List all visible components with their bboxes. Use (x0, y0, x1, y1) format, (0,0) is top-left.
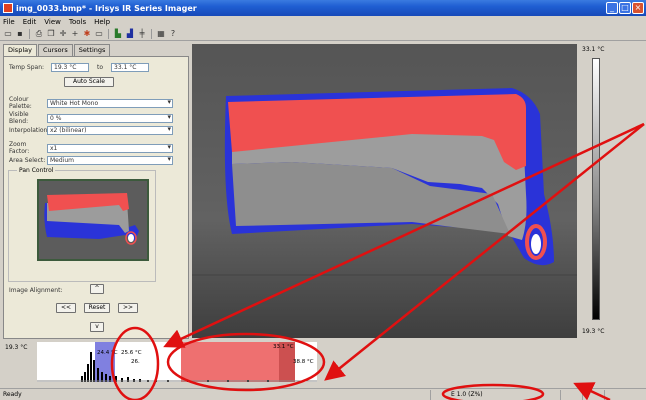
menu-tools[interactable]: Tools (69, 18, 86, 26)
scale-min-label: 19.3 °C (582, 328, 605, 335)
add-icon[interactable]: + (70, 29, 80, 39)
tab-display[interactable]: Display (3, 44, 37, 56)
histogram-max-label: 33.1 °C (273, 344, 294, 350)
zoom-factor-label: Zoom Factor: (9, 141, 30, 155)
temp-span-label: Temp Span: (9, 64, 45, 71)
title-bar: img_0033.bmp* - Irisys IR Series Imager … (0, 0, 646, 16)
pan-control-label: Pan Control (17, 167, 56, 174)
status-ready: Ready (3, 391, 22, 398)
tab-settings[interactable]: Settings (73, 44, 111, 56)
thermal-image-view[interactable] (192, 44, 577, 338)
toolbar-separator (108, 28, 109, 39)
scale-gradient-bar (592, 58, 600, 320)
image-alignment-label: Image Alignment: (9, 287, 63, 294)
thermal-image (192, 44, 577, 338)
menu-file[interactable]: File (3, 18, 15, 26)
toolbar-separator (151, 28, 152, 39)
histogram-right-label: 38.8 °C (293, 359, 314, 365)
temp-min-field[interactable]: 19.3 °C (51, 63, 89, 72)
align-down-button[interactable]: v (90, 322, 104, 332)
crosshair-icon[interactable]: ✛ (58, 29, 68, 39)
auto-scale-button[interactable]: Auto Scale (64, 77, 114, 87)
colour-palette-label: Colour Palette: (9, 96, 32, 110)
open-icon[interactable]: ▭ (3, 29, 13, 39)
align-right-button[interactable]: >> (118, 303, 138, 313)
grid-icon[interactable]: ╪ (137, 29, 147, 39)
app-icon (3, 3, 13, 13)
histogram-icon[interactable]: ▟ (125, 29, 135, 39)
temp-max-field[interactable]: 33.1 °C (111, 63, 150, 72)
histogram-mark2-label: 25.6 °C (121, 350, 142, 356)
histogram-mark3-label: 26. (131, 359, 140, 365)
visible-blend-label: Visible Blend: (9, 111, 29, 125)
align-left-button[interactable]: << (56, 303, 76, 313)
area-select-select[interactable]: Medium (47, 156, 173, 165)
save-icon[interactable]: ▪ (15, 29, 25, 39)
pan-control-group: Pan Control (8, 167, 156, 282)
histogram-mark1-label: 24.4 °C (97, 350, 118, 356)
rectangle-icon[interactable]: ▭ (94, 29, 104, 39)
histogram-plot[interactable]: 24.4 °C 25.6 °C 26. 33.1 °C 38.8 °C (37, 342, 317, 382)
colour-palette-select[interactable]: White Hot Mono (47, 98, 173, 108)
menu-help[interactable]: Help (94, 18, 110, 26)
interpolation-label: Interpolation: (9, 127, 50, 134)
print-icon[interactable]: ⎙ (34, 29, 44, 39)
visible-blend-select[interactable]: 0 % (47, 113, 173, 123)
chart-icon[interactable]: ▙ (113, 29, 123, 39)
interpolation-select[interactable]: x2 (bilinear) (47, 126, 173, 135)
align-up-button[interactable]: ^ (90, 284, 104, 294)
help-icon[interactable]: ? (168, 29, 178, 39)
maximize-button[interactable]: □ (619, 2, 631, 14)
histogram-min-label: 19.3 °C (5, 344, 28, 351)
menu-edit[interactable]: Edit (23, 18, 37, 26)
color-scale: 33.1 °C 19.3 °C (582, 44, 608, 339)
status-cell (582, 390, 602, 400)
menu-bar: File Edit View Tools Help (0, 16, 646, 27)
window-title: img_0033.bmp* - Irisys IR Series Imager (16, 3, 197, 13)
toolbar-separator (29, 28, 30, 39)
panel-tabs: Display Cursors Settings (3, 44, 189, 56)
thumbnail-image (39, 181, 147, 259)
table-icon[interactable]: ▦ (156, 29, 166, 39)
zoom-factor-select[interactable]: x1 (47, 143, 173, 153)
tab-cursors[interactable]: Cursors (37, 44, 73, 56)
align-reset-button[interactable]: Reset (84, 303, 110, 313)
pan-thumbnail[interactable] (37, 179, 149, 261)
copy-icon[interactable]: ❐ (46, 29, 56, 39)
histogram-panel: 19.3 °C 24.4 °C 25.6 °C 26. 33.1 °C 38.8… (3, 340, 643, 385)
to-label: to (97, 64, 104, 71)
settings-panel: Display Cursors Settings Temp Span: 19.3… (3, 44, 189, 339)
close-button[interactable]: × (632, 2, 644, 14)
menu-view[interactable]: View (44, 18, 61, 26)
minimize-button[interactable]: _ (606, 2, 618, 14)
status-emissivity: E 1.0 (Z%) (451, 391, 483, 398)
display-tab-body: Temp Span: 19.3 °C to 33.1 °C Auto Scale… (3, 56, 189, 339)
status-bar: Ready E 1.0 (Z%) (0, 388, 646, 400)
area-select-label: Area Select: (9, 157, 46, 164)
status-cell (560, 390, 580, 400)
palette-icon[interactable]: ✱ (82, 29, 92, 39)
scale-max-label: 33.1 °C (582, 46, 605, 53)
toolbar: ▭ ▪ ⎙ ❐ ✛ + ✱ ▭ ▙ ▟ ╪ ▦ ? (0, 27, 646, 41)
status-cell (604, 390, 624, 400)
status-emissivity-cell: E 1.0 (Z%) (430, 390, 520, 400)
